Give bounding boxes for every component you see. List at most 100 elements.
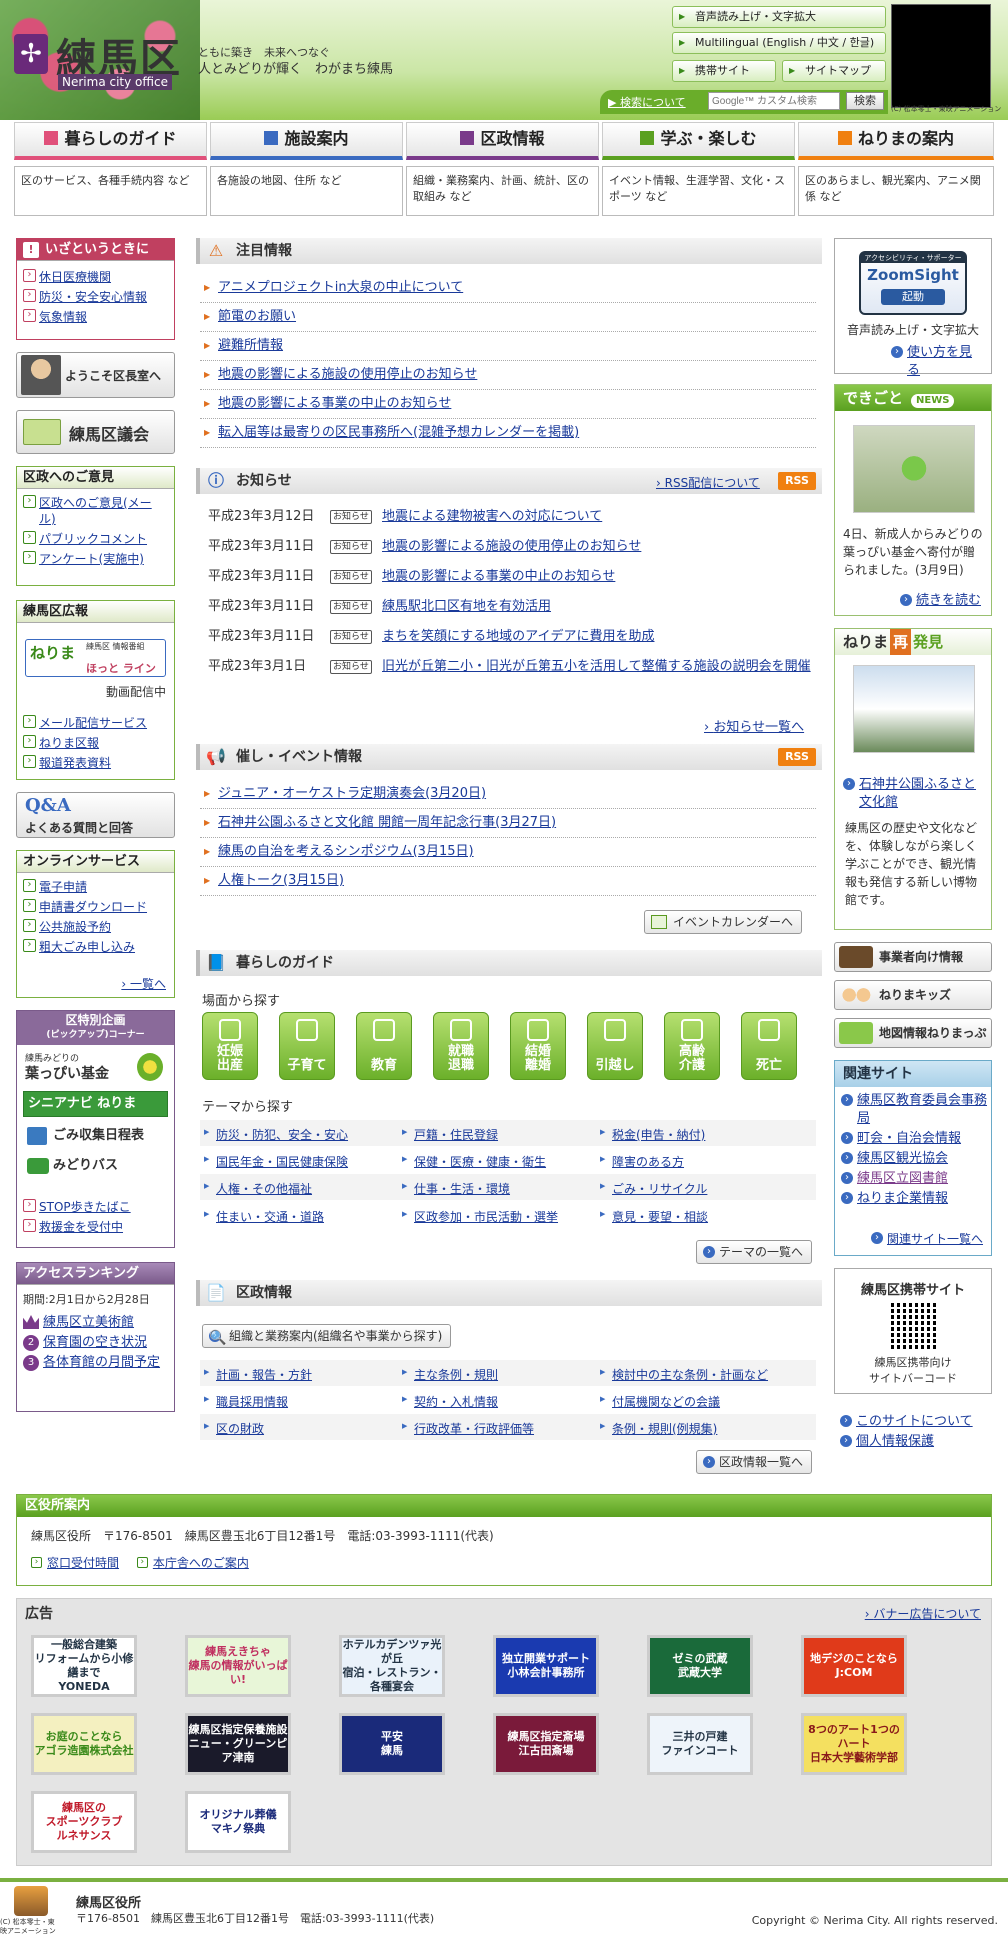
nav-facilities[interactable]: 施設案内 各施設の地図、住所 など [210,122,403,218]
link-text[interactable]: 申請書ダウンロード [39,900,147,914]
council-button[interactable]: 練馬区議会 [16,410,175,454]
news-link[interactable]: 旧光が丘第二小・旧光が丘第五小を活用して整備する施設の説明会を開催 [382,656,816,678]
theme-link[interactable]: 保健・医療・健康・衛生 [402,1153,546,1170]
nav-tab-living[interactable]: 暮らしのガイド [14,122,207,160]
link-text[interactable]: 区政へのご意見(メール) [39,496,152,526]
org-search-button[interactable]: 🔍組織と業務案内(組織名や事業から探す) [202,1324,452,1348]
link-text[interactable]: 練馬区立美術館 [43,1315,134,1330]
pr-item[interactable]: ねりま区報 [17,733,174,753]
pr-item[interactable]: メール配信サービス [17,713,174,733]
link-text[interactable]: 関連サイト一覧へ [887,1232,983,1246]
link-text[interactable]: バナー広告について [873,1607,981,1621]
theme-link[interactable]: 人権・その他福祉 [204,1180,312,1197]
pickup-item[interactable]: 救援金を受付中 [17,1217,174,1237]
ad-banner[interactable]: 地デジのことなら J:COM [801,1635,907,1697]
theme-link[interactable]: 住まい・交通・道路 [204,1208,324,1225]
link-text[interactable]: ねりま区報 [39,736,99,750]
map-button[interactable]: 地図情報ねりまっぷ [834,1018,992,1048]
link-text[interactable]: 町会・自治会情報 [857,1131,961,1146]
news-link[interactable]: 地震による建物被害への対応について [382,506,816,528]
link-text[interactable]: お知らせ一覧へ [713,720,804,735]
link-text[interactable]: 気象情報 [39,310,87,324]
ad-banner[interactable]: 平安 練馬 [339,1713,445,1775]
sitemap-button[interactable]: サイトマップ [782,60,886,82]
admin-link[interactable]: 条例・規則(例規集) [600,1420,717,1437]
link-text[interactable]: 練馬区立図書館 [857,1171,948,1186]
ad-banner[interactable]: ホテルカデンツァ光が丘 宿泊・レストラン・各種宴会 [339,1635,445,1697]
hotline-banner[interactable]: ねりま 練馬区 情報番組 ほっと ライン [25,639,166,677]
link-text[interactable]: 各体育館の月間予定 [43,1355,160,1370]
online-item[interactable]: 電子申請 [17,877,174,897]
pickup-item[interactable]: STOP歩きたばこ [17,1197,174,1217]
opinion-item[interactable]: 区政へのご意見(メール) [17,493,174,529]
emergency-item[interactable]: 休日医療機関 [17,267,174,287]
mayor-button[interactable]: ようこそ区長室へ [16,352,175,398]
link-text[interactable]: 節電のお願い [218,309,296,324]
nav-tab-guide[interactable]: ねりまの案内 [798,122,994,160]
theme-link[interactable]: 戸籍・住民登録 [402,1126,498,1143]
search-button[interactable]: 検索 [846,92,884,110]
event-item[interactable]: 石神井公園ふるさと文化館 開館一周年記念行事(3月27日) [200,809,816,838]
nav-tab-admin[interactable]: 区政情報 [406,122,599,160]
ad-banner[interactable]: 練馬区の スポーツクラブ ルネサンス [31,1791,137,1853]
theme-link[interactable]: 国民年金・国民健康保険 [204,1153,348,1170]
nav-living[interactable]: 暮らしのガイド 区のサービス、各種手続内容 など [14,122,207,218]
link-text[interactable]: 防災・安全安心情報 [39,290,147,304]
theme-link[interactable]: 障害のある方 [600,1153,684,1170]
admin-link[interactable]: 行政改革・行政評価等 [402,1420,534,1437]
ad-banner[interactable]: 独立開業サポート 小林会計事務所 [493,1635,599,1697]
attention-item[interactable]: 地震の影響による施設の使用停止のお知らせ [200,361,816,390]
scene-marriage[interactable]: 結婚 離婚 [510,1012,566,1080]
museum-photo[interactable] [853,665,975,753]
link-text[interactable]: 避難所情報 [218,338,283,353]
office-access-item[interactable]: › 本庁舎へのご案内 [136,1556,249,1570]
scene-death[interactable]: 死亡 [741,1012,797,1080]
link-text[interactable]: 休日医療機関 [39,270,111,284]
ad-banner[interactable]: 練馬区指定保養施設 ニュー・グリーンピア津南 [185,1713,291,1775]
attention-item[interactable]: 転入届等は最寄りの区民事務所へ(混雑予想カレンダーを掲載) [200,419,816,448]
link-text[interactable]: 石神井公園ふるさと文化館 [859,777,976,810]
link-text[interactable]: メール配信サービス [39,716,147,730]
attention-item[interactable]: 避難所情報 [200,332,816,361]
theme-link[interactable]: 仕事・生活・環境 [402,1180,510,1197]
ranking-item-3[interactable]: 3 各体育館の月間予定 [17,1353,174,1373]
anime-video-banner[interactable] [891,4,991,108]
admin-link[interactable]: 主な条例・規則 [402,1366,498,1383]
attention-item[interactable]: アニメプロジェクトin大泉の中止について [200,274,816,303]
online-item[interactable]: 公共施設予約 [17,917,174,937]
fund-banner[interactable]: 練馬みどりの 葉っぴい基金 [23,1051,168,1085]
ad-banner[interactable]: オリジナル葬儀 マキノ祭典 [185,1791,291,1853]
link-text[interactable]: 公共施設予約 [39,920,111,934]
online-more-link[interactable]: › 一覧へ [121,975,166,992]
news-link[interactable]: まちを笑顔にする地域のアイデアに費用を助成 [382,626,816,648]
midori-bus-banner[interactable]: みどりバス [23,1153,168,1179]
nav-guide[interactable]: ねりまの案内 区のあらまし、観光案内、アニメ関係 など [798,122,994,218]
link-text[interactable]: 粗大ごみ申し込み [39,940,135,954]
nav-learn[interactable]: 学ぶ・楽しむ イベント情報、生涯学習、文化・スポーツ など [602,122,795,218]
business-info-button[interactable]: 事業者向け情報 [834,942,992,972]
theme-link[interactable]: ごみ・リサイクル [600,1180,707,1197]
office-hours-item[interactable]: › 窓口受付時間 [31,1556,119,1570]
link-text[interactable]: 使い方を見る [907,345,972,378]
link-text[interactable]: 窓口受付時間 [47,1556,119,1570]
admin-link[interactable]: 付属機関などの会議 [600,1393,720,1410]
admin-link[interactable]: 職員採用情報 [204,1393,288,1410]
related-item[interactable]: 練馬区観光協会 [835,1149,991,1169]
link-text[interactable]: 報道発表資料 [39,756,111,770]
scene-employment[interactable]: 就職 退職 [433,1012,489,1080]
ad-banner[interactable]: 一般総合建築 リフォームから小修繕まで YONEDA [31,1635,137,1697]
zoomsight-howto-item[interactable]: 使い方を見る [885,343,985,381]
admin-link[interactable]: 区の財政 [204,1420,264,1437]
rediscover-link-item[interactable]: 石神井公園ふるさと文化館 [837,775,989,813]
emergency-item[interactable]: 気象情報 [17,307,174,327]
ad-banner[interactable]: 練馬区指定斎場 江古田斎場 [493,1713,599,1775]
link-text[interactable]: アニメプロジェクトin大泉の中止について [218,280,463,295]
theme-link[interactable]: 税金(申告・納付) [600,1126,705,1143]
link-text[interactable]: 地震の影響による施設の使用停止のお知らせ [218,367,477,382]
ranking-item-2[interactable]: 2 保育園の空き状況 [17,1333,174,1353]
link-text[interactable]: RSS配信について [665,476,760,490]
link-text[interactable]: 続きを読む [916,593,981,608]
link-text[interactable]: 個人情報保護 [856,1434,934,1449]
zoomsight-launch-button[interactable]: アクセシビリティ・サポーター ZoomSight 起動 [859,251,967,315]
nav-tab-learn[interactable]: 学ぶ・楽しむ [602,122,795,160]
